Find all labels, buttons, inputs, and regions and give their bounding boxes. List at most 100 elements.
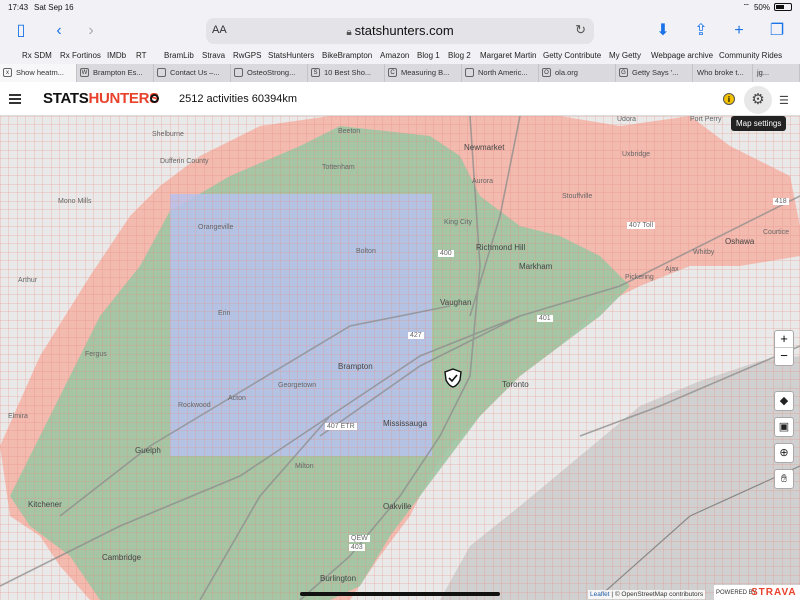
bookmark[interactable]: Webpage archive xyxy=(651,51,713,60)
sidebar-icon[interactable]: ▯ xyxy=(10,20,32,42)
browser-toolbar: ▯ ‹ › AA 🔒︎ statshunters.com ↻ ⬇ ⇪ + ❐ xyxy=(0,14,800,48)
favicon: C xyxy=(388,68,397,77)
battery-icon xyxy=(774,3,792,11)
bookmark[interactable]: RT xyxy=(136,51,147,60)
place-label: Aurora xyxy=(472,178,494,185)
place-label: Mono Mills xyxy=(58,198,92,205)
map-attribution: Leaflet | © OpenStreetMap contributors xyxy=(588,590,706,599)
place-label: Uxbridge xyxy=(622,151,651,158)
place-label: Oakville xyxy=(383,502,412,511)
place-label: Markham xyxy=(519,262,553,271)
tab[interactable]: C Measuring B... xyxy=(385,64,462,82)
gear-icon: ⚙ xyxy=(751,91,765,108)
save-icon: ▣ xyxy=(778,421,790,433)
download-icon[interactable]: ⬇ xyxy=(652,20,674,42)
back-icon[interactable]: ‹ xyxy=(48,20,70,42)
close-tab-icon[interactable]: x xyxy=(3,68,12,77)
filter-icon[interactable]: ☰ xyxy=(779,94,789,107)
tab-show-heatmap[interactable]: x Show heatm... xyxy=(0,64,77,82)
favicon xyxy=(234,68,243,77)
save-button[interactable]: ▣ xyxy=(774,417,794,437)
url-text: statshunters.com xyxy=(354,23,454,38)
place-label: Dufferin County xyxy=(160,158,209,165)
info-icon[interactable]: i xyxy=(723,93,735,105)
menu-icon[interactable] xyxy=(9,94,21,104)
directions-icon: ◆ xyxy=(779,395,789,407)
bookmark[interactable]: BramLib xyxy=(164,51,194,60)
place-label: Shelburne xyxy=(152,131,184,138)
place-label: Erin xyxy=(218,310,231,317)
leaflet-link[interactable]: Leaflet xyxy=(590,591,610,598)
place-label: Bolton xyxy=(356,248,376,255)
place-label: Fergus xyxy=(85,351,107,358)
bookmark[interactable]: Strava xyxy=(202,51,225,60)
place-label: Brampton xyxy=(338,362,373,371)
bookmark[interactable]: StatsHunters xyxy=(268,51,314,60)
tab[interactable]: W Brampton Es... xyxy=(77,64,154,82)
tab[interactable]: Contact Us –... xyxy=(154,64,231,82)
status-time: 17:43 xyxy=(8,3,29,12)
place-label: Tottenham xyxy=(322,164,355,171)
tab[interactable]: jg... xyxy=(753,64,800,82)
powered-by-strava: POWERED BY STRAVA xyxy=(714,585,800,600)
place-label: Kitchener xyxy=(28,500,62,509)
bookmark[interactable]: Blog 1 xyxy=(417,51,440,60)
bookmark[interactable]: My Getty xyxy=(609,51,641,60)
place-label: Cambridge xyxy=(102,553,142,562)
place-label: Courtice xyxy=(763,229,790,236)
place-label: Acton xyxy=(228,395,246,402)
address-bar[interactable]: AA 🔒︎ statshunters.com ↻ xyxy=(206,18,594,44)
place-label: Toronto xyxy=(502,380,529,389)
reload-icon[interactable]: ↻ xyxy=(575,22,586,38)
tabs-icon[interactable]: ❐ xyxy=(766,20,788,42)
directions-button[interactable]: ◆ xyxy=(774,391,794,411)
tab[interactable]: North Americ... xyxy=(462,64,539,82)
tab[interactable]: S 10 Best Sho... xyxy=(308,64,385,82)
shield-marker-icon[interactable] xyxy=(444,368,462,388)
bookmark[interactable]: Margaret Martin xyxy=(480,51,536,60)
forward-icon[interactable]: › xyxy=(80,20,102,42)
logo[interactable]: STATSHUNTERS xyxy=(43,90,159,107)
place-label: Pickering xyxy=(625,274,654,281)
bookmark[interactable]: Amazon xyxy=(380,51,409,60)
highway-shield: 403 xyxy=(349,544,365,551)
status-date: Sat Sep 16 xyxy=(34,3,74,12)
zoom-control: + − xyxy=(774,330,794,366)
place-label: Georgetown xyxy=(278,382,317,389)
bookmark[interactable]: Community Rides xyxy=(719,51,782,60)
wordpress-icon: W xyxy=(80,68,89,77)
bookmark[interactable]: RwGPS xyxy=(233,51,261,60)
place-label: Ajax xyxy=(665,266,679,273)
place-label: Oshawa xyxy=(725,237,755,246)
bookmark[interactable]: Getty Contribute xyxy=(543,51,601,60)
new-tab-icon[interactable]: + xyxy=(728,20,750,42)
place-label: Milton xyxy=(295,463,314,470)
tab[interactable]: G Getty Says '... xyxy=(616,64,693,82)
place-label: Port Perry xyxy=(690,116,722,123)
locate-button[interactable]: ⊕ xyxy=(774,443,794,463)
bookmarks-bar: Rx SDM Rx Fortinos IMDb RT BramLib Strav… xyxy=(0,48,800,64)
favicon: S xyxy=(311,68,320,77)
map-canvas[interactable]: Beeton Newmarket Udora Port Perry Shelbu… xyxy=(0,116,800,600)
tab[interactable]: Oola.org xyxy=(539,64,616,82)
bookmark[interactable]: IMDb xyxy=(107,51,126,60)
bookmark[interactable]: Blog 2 xyxy=(448,51,471,60)
crosshair-icon: ⊕ xyxy=(779,447,789,459)
activities-summary: 2512 activities 60394km xyxy=(179,93,298,105)
bookmark[interactable]: BikeBrampton xyxy=(322,51,372,60)
app-header: STATSHUNTERS 2512 activities 60394km i ⚙… xyxy=(0,82,800,116)
zoom-in-button[interactable]: + xyxy=(775,331,793,348)
favicon xyxy=(157,68,166,77)
map-settings-button[interactable]: ⚙ xyxy=(744,86,772,114)
tab[interactable]: Who broke t... xyxy=(693,64,753,82)
place-label: Guelph xyxy=(135,446,161,455)
tile-map xyxy=(0,116,800,600)
share-icon[interactable]: ⇪ xyxy=(690,20,712,42)
bookmark[interactable]: Rx Fortinos xyxy=(60,51,101,60)
battery-percent: 50% xyxy=(753,2,770,12)
pan-button[interactable]: ✋︎ xyxy=(774,469,794,489)
bookmark[interactable]: Rx SDM xyxy=(22,51,52,60)
tab[interactable]: OsteoStrong... xyxy=(231,64,308,82)
highway-shield: 407 ETR xyxy=(325,423,357,430)
zoom-out-button[interactable]: − xyxy=(775,348,793,365)
